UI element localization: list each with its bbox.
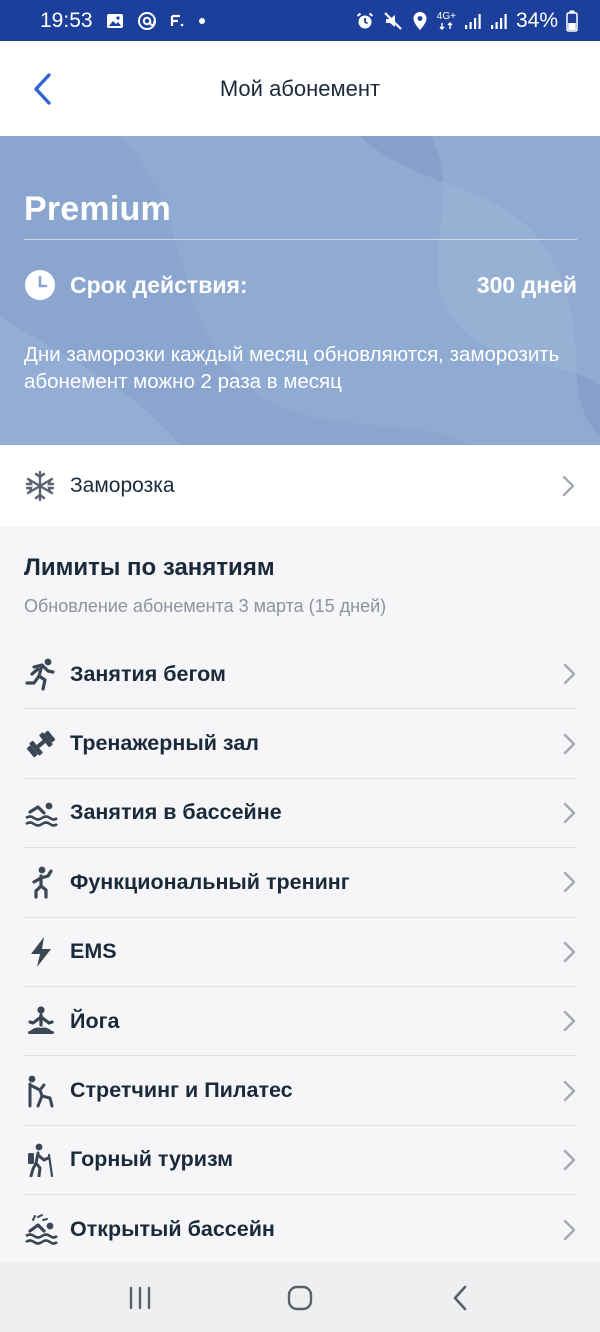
list-item[interactable]: Занятия в бассейне xyxy=(24,779,577,849)
list-item[interactable]: Функциональный тренинг xyxy=(24,848,577,918)
freeze-note: Дни заморозки каждый месяц обновляются, … xyxy=(24,343,560,393)
chevron-right-icon xyxy=(563,1219,576,1241)
chevron-right-icon xyxy=(563,733,576,754)
gallery-icon xyxy=(105,11,125,31)
dumbbell-icon xyxy=(24,727,58,761)
list-item-label: Занятия в бассейне xyxy=(70,800,282,825)
list-item-label: Занятия бегом xyxy=(70,661,226,686)
battery-percent: 34% xyxy=(515,8,558,32)
limits-list: Занятия бегом Тренажерный зал Занятия в … xyxy=(24,640,577,1265)
hiking-icon xyxy=(24,1143,58,1177)
list-item[interactable]: Открытый бассейн xyxy=(24,1195,577,1264)
back-nav-button[interactable] xyxy=(430,1273,490,1323)
alarm-icon xyxy=(355,11,375,31)
running-icon xyxy=(24,657,58,691)
swimming-icon xyxy=(24,796,58,830)
chevron-right-icon xyxy=(563,802,576,824)
home-icon xyxy=(287,1285,313,1310)
home-button[interactable] xyxy=(270,1273,330,1323)
f-icon xyxy=(169,13,185,29)
freeze-row[interactable]: Заморозка xyxy=(0,445,600,527)
chevron-right-icon xyxy=(563,1149,576,1171)
banner-divider xyxy=(24,239,577,240)
signal-icon xyxy=(490,12,508,30)
list-item-label: Тренажерный зал xyxy=(70,731,259,756)
chevron-right-icon xyxy=(563,872,576,893)
lightning-icon xyxy=(24,935,58,969)
back-icon xyxy=(453,1285,467,1310)
freeze-label: Заморозка xyxy=(70,474,175,497)
list-item-label: EMS xyxy=(70,939,117,964)
stretching-icon xyxy=(24,1074,58,1108)
list-item-label: Функциональный тренинг xyxy=(70,869,350,894)
list-item-label: Стретчинг и Пилатес xyxy=(70,1078,293,1103)
yoga-icon xyxy=(24,1004,58,1038)
4g-icon: 4G+ xyxy=(437,11,456,30)
system-nav-bar xyxy=(0,1263,600,1332)
plan-name: Premium xyxy=(24,190,171,228)
list-item[interactable]: Йога xyxy=(24,987,577,1057)
back-button[interactable] xyxy=(24,69,60,109)
limits-subtitle: Обновление абонемента 3 марта (15 дней) xyxy=(24,596,387,616)
at-icon xyxy=(137,11,157,31)
list-item[interactable]: EMS xyxy=(24,918,577,987)
chevron-right-icon xyxy=(563,941,576,962)
list-item[interactable]: Горный туризм xyxy=(24,1126,577,1196)
signal-icon xyxy=(464,12,482,30)
open-pool-icon xyxy=(24,1213,58,1247)
chevron-right-icon xyxy=(562,475,575,497)
list-item[interactable]: Занятия бегом xyxy=(24,640,577,710)
limits-title: Лимиты по занятиям xyxy=(24,554,275,581)
chevron-right-icon xyxy=(563,1010,576,1032)
chevron-right-icon xyxy=(563,1080,576,1101)
clock-icon xyxy=(25,270,55,300)
chevron-right-icon xyxy=(563,663,576,685)
list-item[interactable]: Тренажерный зал xyxy=(24,709,577,779)
location-icon xyxy=(411,11,429,31)
list-item-label: Открытый бассейн xyxy=(70,1217,275,1242)
app-header: Мой абонемент xyxy=(0,41,600,136)
validity-value: 300 дней xyxy=(476,271,577,298)
battery-icon xyxy=(566,10,578,32)
chevron-left-icon xyxy=(34,73,51,105)
subscription-banner: Premium Срок действия: 300 дней Дни замо… xyxy=(0,136,600,445)
list-item[interactable]: Стретчинг и Пилатес xyxy=(24,1056,577,1126)
validity-row: Срок действия: 300 дней xyxy=(24,266,577,304)
page-title: Мой абонемент xyxy=(219,75,381,101)
list-item-label: Йога xyxy=(70,1008,120,1033)
mute-icon xyxy=(383,11,403,31)
validity-label: Срок действия: xyxy=(70,271,248,298)
dot-icon xyxy=(197,16,207,26)
status-bar-left: 19:53 xyxy=(40,9,207,33)
snowflake-icon xyxy=(25,470,55,502)
functional-training-icon xyxy=(24,865,58,899)
list-item-label: Горный туризм xyxy=(70,1147,234,1172)
recent-apps-button[interactable] xyxy=(110,1273,170,1323)
recent-apps-icon xyxy=(129,1286,151,1309)
status-time: 19:53 xyxy=(40,8,93,32)
status-bar: 19:53 4G+ 34% xyxy=(0,0,600,41)
status-bar-right: 4G+ 34% xyxy=(355,9,578,33)
